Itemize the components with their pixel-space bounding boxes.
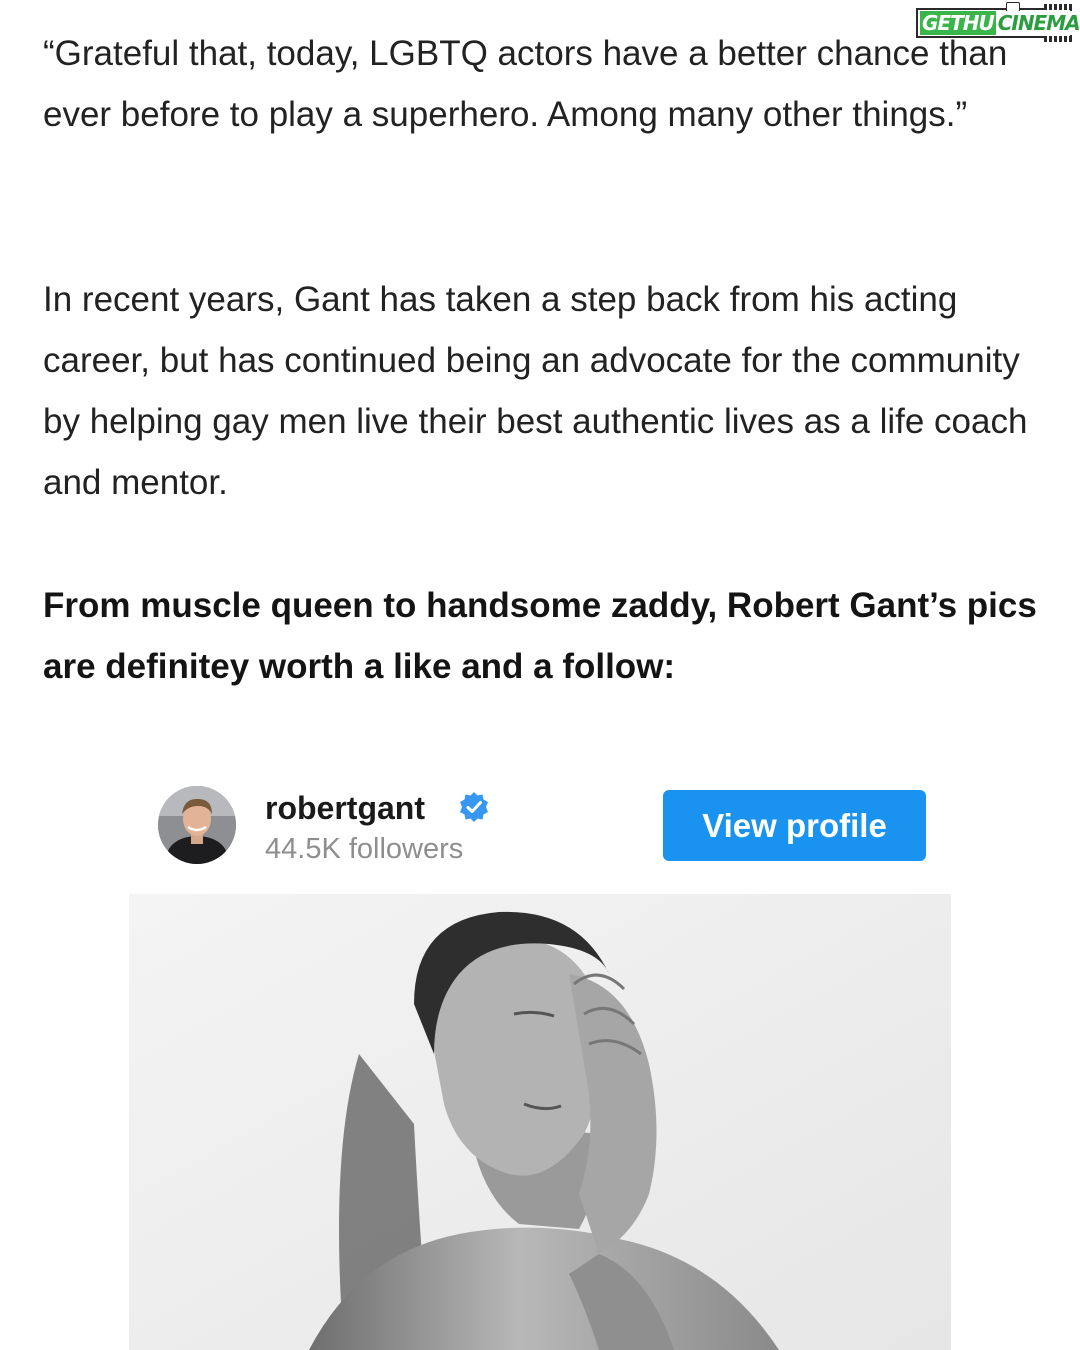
post-photo-illustration [129,894,951,1350]
article-paragraph: In recent years, Gant has taken a step b… [43,280,1028,502]
view-profile-button[interactable]: View profile [663,790,926,861]
film-perforation [1044,4,1074,10]
avatar[interactable] [158,786,236,864]
article-quote: “Grateful that, today, LGBTQ actors have… [43,34,1008,134]
verified-badge-icon [460,792,488,822]
post-photo[interactable] [129,894,951,1350]
article-callout: From muscle queen to handsome zaddy, Rob… [43,586,1037,686]
profile-username[interactable]: robertgant [265,788,425,828]
follower-count: 44.5K followers [265,833,464,865]
avatar-portrait [158,786,236,864]
